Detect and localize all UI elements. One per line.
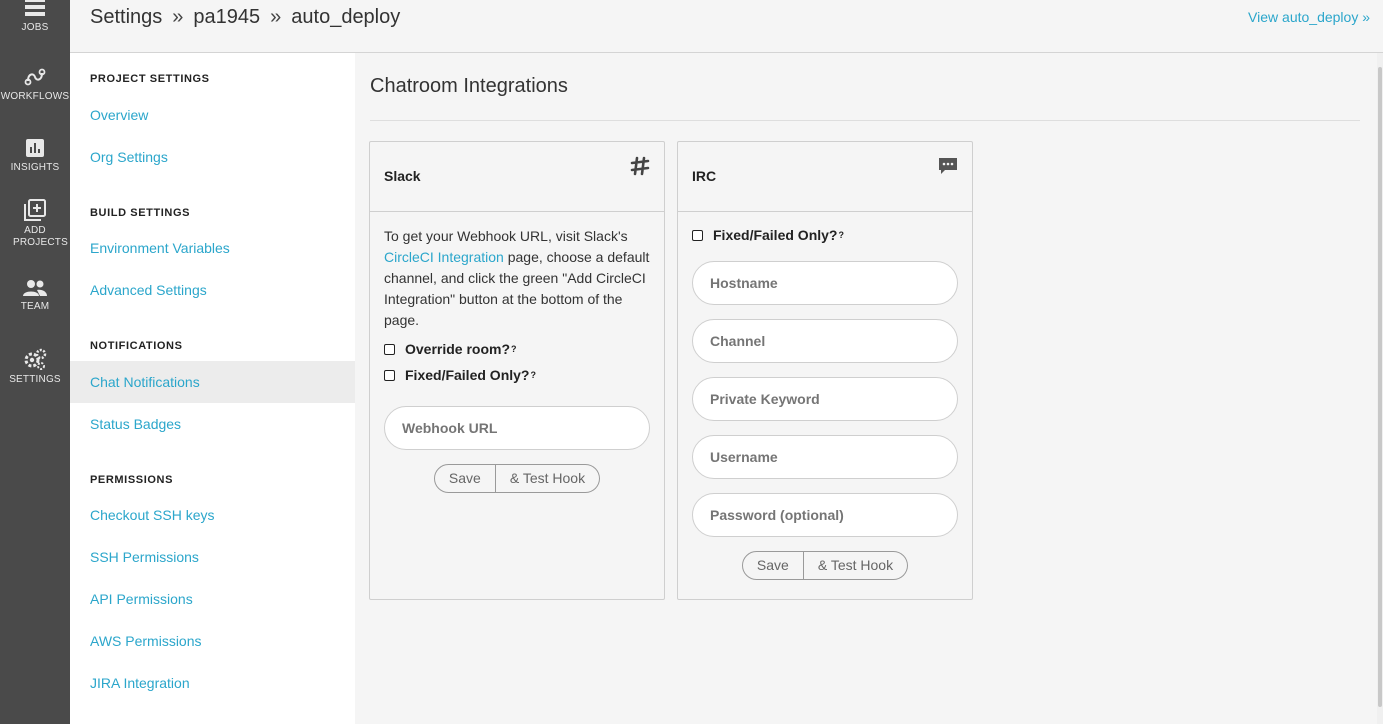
hostname-input[interactable] — [692, 261, 958, 305]
nav-item-org-settings[interactable]: Org Settings — [70, 136, 355, 178]
breadcrumb: Settings » pa1945 » auto_deploy — [90, 6, 400, 29]
nav-item-aws-permissions[interactable]: AWS Permissions — [70, 620, 355, 662]
title-divider — [370, 120, 1360, 121]
rail-item-team[interactable]: TEAM — [0, 279, 70, 313]
private-keyword-input[interactable] — [692, 377, 958, 421]
slack-save-button[interactable]: Save — [433, 464, 496, 493]
irc-card-body: Fixed/Failed Only?? Save& Test Hook — [678, 212, 972, 580]
override-room-label: Override room? — [405, 341, 511, 357]
nav-item-overview[interactable]: Overview — [70, 94, 355, 136]
slack-instructions-text: To get your Webhook URL, visit Slack's — [384, 228, 628, 244]
rail-item-workflows[interactable]: WORKFLOWS — [0, 67, 70, 103]
section-heading-notifications: NOTIFICATIONS — [90, 340, 183, 352]
nav-item-jira-integration[interactable]: JIRA Integration — [70, 662, 355, 704]
page-header: Settings » pa1945 » auto_deploy View auto_de… — [70, 0, 1383, 53]
workflows-icon — [24, 68, 46, 86]
slack-button-group: Save & Test Hook — [384, 464, 650, 493]
rail-label-add-projects: ADD PROJECTS — [13, 225, 68, 248]
irc-fixed-failed-label: Fixed/Failed Only? — [713, 227, 838, 243]
rail-item-insights[interactable]: INSIGHTS — [0, 138, 70, 174]
main-content: Chatroom Integrations Slack To get your … — [355, 53, 1377, 724]
circleci-integration-link[interactable]: CircleCI Integration — [384, 249, 504, 265]
rail-item-add-projects[interactable]: ADD PROJECTS — [0, 199, 70, 249]
team-icon — [23, 280, 47, 296]
slack-card-title: Slack — [384, 168, 421, 184]
page-scrollbar[interactable] — [1377, 53, 1383, 724]
nav-item-environment-variables[interactable]: Environment Variables — [70, 227, 355, 269]
nav-item-chat-notifications[interactable]: Chat Notifications — [70, 361, 355, 403]
slack-card-header: Slack — [370, 142, 664, 212]
nav-item-advanced-settings[interactable]: Advanced Settings — [70, 269, 355, 311]
help-icon[interactable]: ? — [530, 370, 536, 380]
chat-bubble-icon — [939, 158, 957, 174]
breadcrumb-separator: » — [172, 6, 184, 28]
rail-label-workflows: WORKFLOWS — [0, 91, 70, 102]
channel-input[interactable] — [692, 319, 958, 363]
rail-label-jobs: JOBS — [21, 22, 49, 33]
slack-fixed-failed-label: Fixed/Failed Only? — [405, 367, 530, 383]
section-heading-build-settings: BUILD SETTINGS — [90, 207, 191, 219]
slack-card: Slack To get your Webhook URL, visit Sla… — [369, 141, 665, 600]
add-projects-icon — [24, 199, 46, 221]
slack-fixed-failed-checkbox[interactable] — [384, 369, 395, 381]
irc-button-group: Save & Test Hook — [692, 551, 958, 580]
insights-icon — [26, 139, 44, 157]
rail-item-settings[interactable]: SETTINGS — [0, 348, 70, 386]
section-heading-permissions: PERMISSIONS — [90, 474, 174, 486]
section-heading-project-settings: PROJECT SETTINGS — [90, 73, 210, 85]
breadcrumb-org[interactable]: pa1945 — [193, 6, 260, 28]
nav-item-checkout-ssh-keys[interactable]: Checkout SSH keys — [70, 494, 355, 536]
settings-icon — [24, 348, 47, 370]
nav-item-api-permissions[interactable]: API Permissions — [70, 578, 355, 620]
rail-label-insights: INSIGHTS — [10, 162, 60, 173]
nav-item-ssh-permissions[interactable]: SSH Permissions — [70, 536, 355, 578]
irc-test-hook-button[interactable]: & Test Hook — [803, 551, 909, 580]
help-icon[interactable]: ? — [511, 344, 517, 354]
irc-fixed-failed-checkbox-row[interactable]: Fixed/Failed Only?? — [692, 222, 958, 248]
app-nav-rail: JOBS WORKFLOWS INSIGHTS ADD PROJECTS TEA… — [0, 0, 70, 724]
slack-fixed-failed-checkbox-row[interactable]: Fixed/Failed Only?? — [384, 362, 650, 388]
irc-card-title: IRC — [692, 168, 717, 184]
view-project-link[interactable]: View auto_deploy » — [1248, 9, 1370, 25]
rail-label-settings: SETTINGS — [9, 374, 61, 385]
help-icon[interactable]: ? — [838, 230, 844, 240]
override-room-checkbox[interactable] — [384, 343, 395, 355]
override-room-checkbox-row[interactable]: Override room?? — [384, 336, 650, 362]
scrollbar-thumb[interactable] — [1378, 67, 1382, 707]
irc-card-header: IRC — [678, 142, 972, 212]
rail-item-jobs[interactable]: JOBS — [0, 0, 70, 34]
username-input[interactable] — [692, 435, 958, 479]
irc-save-button[interactable]: Save — [741, 551, 804, 580]
webhook-url-input[interactable] — [384, 406, 650, 450]
breadcrumb-separator: » — [270, 6, 282, 28]
breadcrumb-settings[interactable]: Settings — [90, 6, 162, 28]
rail-label-team: TEAM — [20, 301, 50, 312]
irc-fixed-failed-checkbox[interactable] — [692, 229, 703, 241]
jobs-icon — [25, 0, 45, 16]
slack-card-body: To get your Webhook URL, visit Slack's C… — [370, 212, 664, 493]
slack-icon — [630, 156, 650, 176]
page-title: Chatroom Integrations — [370, 75, 568, 97]
slack-test-hook-button[interactable]: & Test Hook — [495, 464, 601, 493]
settings-sidebar: PROJECT SETTINGS Overview Org Settings B… — [70, 53, 355, 724]
slack-instructions: To get your Webhook URL, visit Slack's C… — [384, 226, 650, 331]
breadcrumb-project[interactable]: auto_deploy — [291, 6, 400, 28]
password-input[interactable] — [692, 493, 958, 537]
nav-item-status-badges[interactable]: Status Badges — [70, 403, 355, 445]
irc-card: IRC Fixed/Failed Only?? Save& Test Hook — [677, 141, 973, 600]
